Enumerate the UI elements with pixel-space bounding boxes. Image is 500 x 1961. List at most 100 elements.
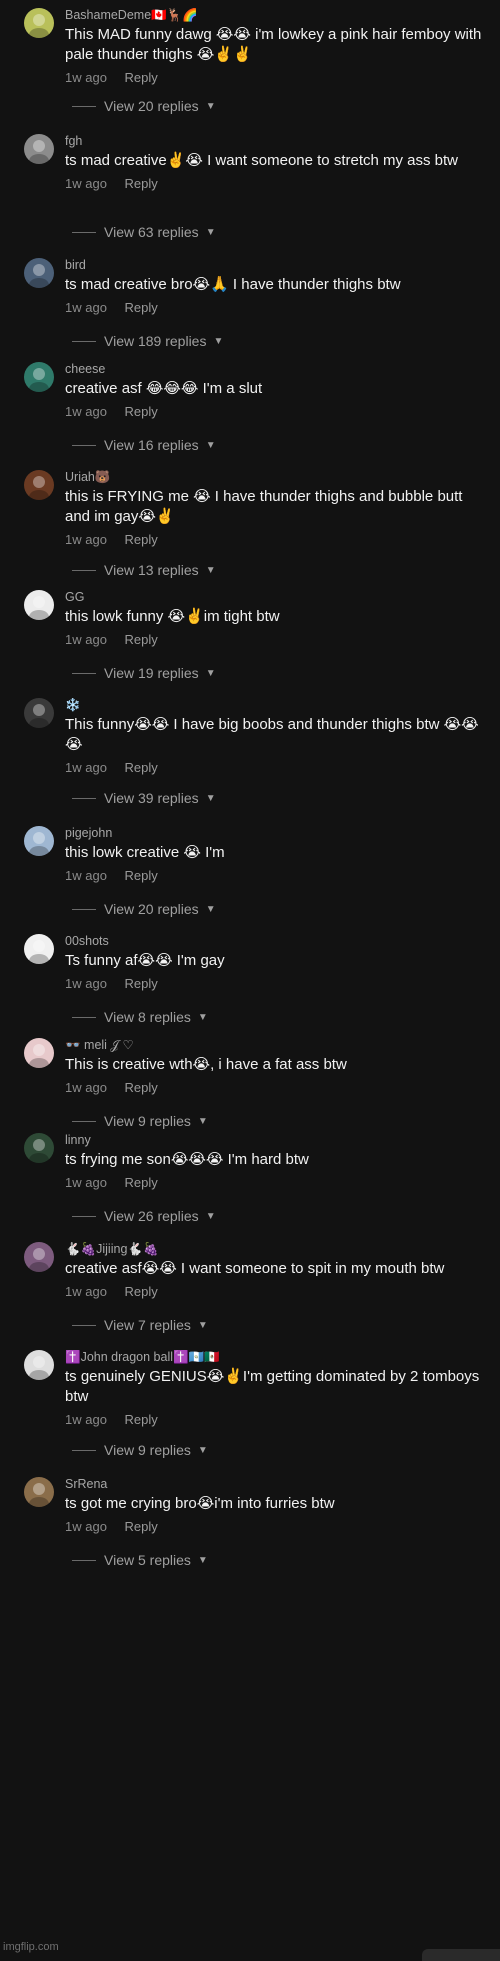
comment-username[interactable]: fgh xyxy=(65,134,484,149)
smile-avatar-icon[interactable] xyxy=(24,362,54,392)
comment-meta: 1w ago Reply xyxy=(65,176,484,192)
view-replies-button[interactable]: View 7 replies ▼ xyxy=(72,1317,208,1333)
dark-avatar-icon[interactable] xyxy=(24,698,54,728)
view-replies-button[interactable]: View 39 replies ▼ xyxy=(72,790,216,806)
view-replies-button[interactable]: View 20 replies ▼ xyxy=(72,98,216,114)
comment-meta: 1w ago Reply xyxy=(65,1175,484,1191)
group-avatar-icon[interactable] xyxy=(24,1242,54,1272)
comment-username[interactable]: pigejohn xyxy=(65,826,484,841)
replies-divider-line xyxy=(72,1449,96,1451)
comment-body: 00shots Ts funny af😭😭 I'm gay 1w ago Rep… xyxy=(65,934,484,992)
comment-text: ts genuinely GENIUS😭✌️I'm getting domina… xyxy=(65,1368,480,1405)
view-replies-label: View 16 replies xyxy=(104,437,199,453)
chevron-down-icon: ▼ xyxy=(205,667,216,679)
view-replies-button[interactable]: View 63 replies ▼ xyxy=(72,224,216,240)
replies-divider-line xyxy=(72,340,96,342)
comment-body: ✝️John dragon ball✝️🇬🇹🇲🇽 ts genuinely GE… xyxy=(65,1350,484,1428)
reply-button[interactable]: Reply xyxy=(125,532,158,547)
view-replies-label: View 9 replies xyxy=(104,1442,191,1458)
reply-button[interactable]: Reply xyxy=(125,1412,158,1427)
reply-button[interactable]: Reply xyxy=(125,300,158,315)
reply-button[interactable]: Reply xyxy=(125,868,158,883)
replies-divider-line xyxy=(72,1324,96,1326)
view-replies-label: View 26 replies xyxy=(104,1208,199,1224)
comment-timestamp: 1w ago xyxy=(65,632,107,647)
view-replies-label: View 8 replies xyxy=(104,1009,191,1025)
reply-button[interactable]: Reply xyxy=(125,1080,158,1095)
person-avatar-icon[interactable] xyxy=(24,134,54,164)
reply-button[interactable]: Reply xyxy=(125,1284,158,1299)
comment-username[interactable]: 🐇🍇Jijiing🐇🍇 xyxy=(65,1242,484,1257)
view-replies-button[interactable]: View 9 replies ▼ xyxy=(72,1113,208,1129)
replies-divider-line xyxy=(72,231,96,233)
imgflip-watermark: imgflip.com xyxy=(3,1941,59,1953)
view-replies-button[interactable]: View 9 replies ▼ xyxy=(72,1442,208,1458)
comment-username[interactable]: cheese xyxy=(65,362,484,377)
reply-button[interactable]: Reply xyxy=(125,404,158,419)
replies-divider-line xyxy=(72,1016,96,1018)
chevron-down-icon: ▼ xyxy=(197,1011,208,1023)
view-replies-button[interactable]: View 8 replies ▼ xyxy=(72,1009,208,1025)
chevron-down-icon: ▼ xyxy=(197,1554,208,1566)
comment-body: GG this lowk funny 😭✌️im tight btw 1w ag… xyxy=(65,590,484,648)
comment-meta: 1w ago Reply xyxy=(65,1412,484,1428)
anime-avatar-icon[interactable] xyxy=(24,8,54,38)
comment-username[interactable]: BashameDeme🇨🇦🦌🌈 xyxy=(65,8,484,23)
view-replies-button[interactable]: View 189 replies ▼ xyxy=(72,333,223,349)
comment-username[interactable]: ❄️ xyxy=(65,698,484,713)
view-replies-button[interactable]: View 26 replies ▼ xyxy=(72,1208,216,1224)
reply-button[interactable]: Reply xyxy=(125,632,158,647)
view-replies-button[interactable]: View 20 replies ▼ xyxy=(72,901,216,917)
comment-text: this lowk creative 😭 I'm xyxy=(65,844,225,861)
bear-avatar-icon[interactable] xyxy=(24,470,54,500)
comment-meta: 1w ago Reply xyxy=(65,760,484,776)
comment-timestamp: 1w ago xyxy=(65,1412,107,1427)
reply-button[interactable]: Reply xyxy=(125,70,158,85)
furry-avatar-icon[interactable] xyxy=(24,1477,54,1507)
view-replies-button[interactable]: View 16 replies ▼ xyxy=(72,437,216,453)
comment-username[interactable]: linny xyxy=(65,1133,484,1148)
comment-text: ts mad creative bro😭🙏 I have thunder thi… xyxy=(65,276,401,293)
comment-username[interactable]: ✝️John dragon ball✝️🇬🇹🇲🇽 xyxy=(65,1350,484,1365)
comment-username[interactable]: Uriah🐻 xyxy=(65,470,484,485)
reply-button[interactable]: Reply xyxy=(125,176,158,191)
comment-username[interactable]: 👓 meli 𝒥 ♡ xyxy=(65,1038,484,1053)
replies-divider-line xyxy=(72,1120,96,1122)
comment-text: creative asf 😂😂😂 I'm a slut xyxy=(65,380,263,397)
comment-username[interactable]: bird xyxy=(65,258,484,273)
cartoon-avatar-icon[interactable] xyxy=(24,934,54,964)
comment-timestamp: 1w ago xyxy=(65,1080,107,1095)
comment-timestamp: 1w ago xyxy=(65,976,107,991)
view-replies-label: View 19 replies xyxy=(104,665,199,681)
girl-avatar-icon[interactable] xyxy=(24,1133,54,1163)
comment-username[interactable]: 00shots xyxy=(65,934,484,949)
view-replies-button[interactable]: View 13 replies ▼ xyxy=(72,562,216,578)
chevron-down-icon: ▼ xyxy=(197,1115,208,1127)
reply-button[interactable]: Reply xyxy=(125,1175,158,1190)
comment-timestamp: 1w ago xyxy=(65,70,107,85)
view-replies-button[interactable]: View 19 replies ▼ xyxy=(72,665,216,681)
comment-text: This MAD funny dawg 😭😭 i'm lowkey a pink… xyxy=(65,26,482,63)
bird-avatar-icon[interactable] xyxy=(24,258,54,288)
pink-avatar-icon[interactable] xyxy=(24,1038,54,1068)
bottom-input-bar[interactable] xyxy=(422,1949,500,1961)
replies-divider-line xyxy=(72,444,96,446)
comment-body: fgh ts mad creative✌️😭 I want someone to… xyxy=(65,134,484,192)
reply-button[interactable]: Reply xyxy=(125,1519,158,1534)
view-replies-button[interactable]: View 5 replies ▼ xyxy=(72,1552,208,1568)
reply-button[interactable]: Reply xyxy=(125,976,158,991)
pigeon-avatar-icon[interactable] xyxy=(24,826,54,856)
comment-body: pigejohn this lowk creative 😭 I'm 1w ago… xyxy=(65,826,484,884)
chevron-down-icon: ▼ xyxy=(205,439,216,451)
goku-avatar-icon[interactable] xyxy=(24,1350,54,1380)
chevron-down-icon: ▼ xyxy=(213,335,224,347)
comment-body: SrRena ts got me crying bro😭i'm into fur… xyxy=(65,1477,484,1535)
reply-button[interactable]: Reply xyxy=(125,760,158,775)
replies-divider-line xyxy=(72,672,96,674)
comment-text: ts mad creative✌️😭 I want someone to str… xyxy=(65,152,459,169)
replies-divider-line xyxy=(72,105,96,107)
mask-avatar-icon[interactable] xyxy=(24,590,54,620)
comment-username[interactable]: GG xyxy=(65,590,484,605)
comment-username[interactable]: SrRena xyxy=(65,1477,484,1492)
comment-meta: 1w ago Reply xyxy=(65,1080,484,1096)
